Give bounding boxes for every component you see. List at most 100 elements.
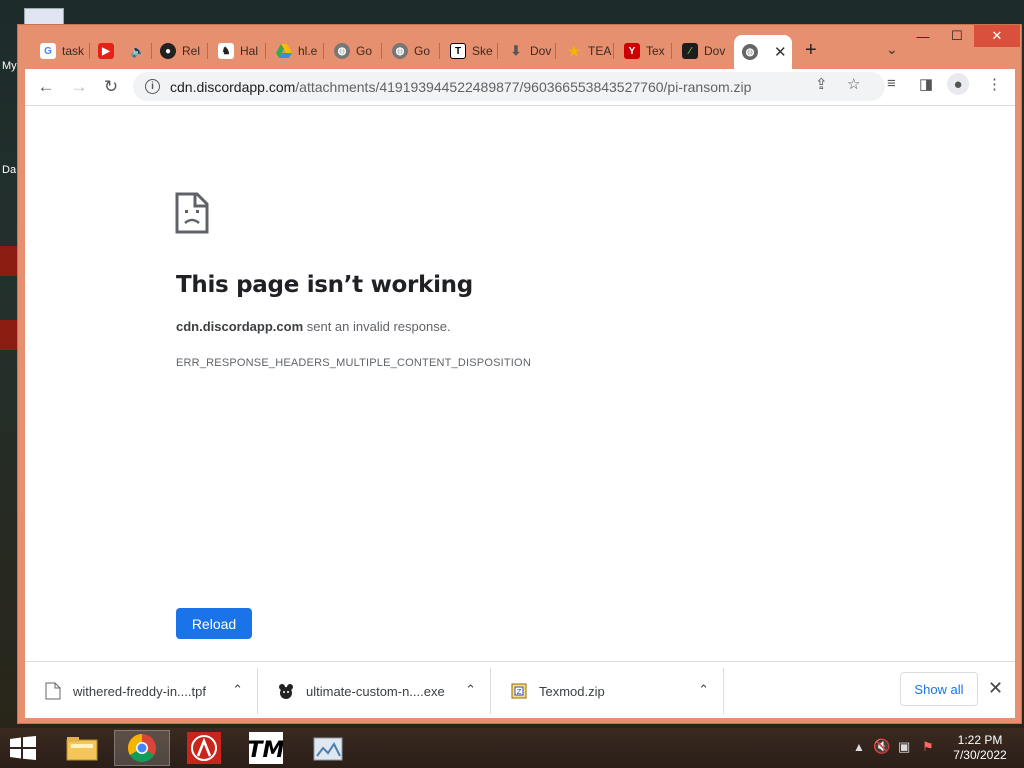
browser-window: G task ▶ 🔈 ● Rel ♞ Hal hl.e ◍ Go ◍ Go T … (17, 24, 1022, 724)
tab-strip: G task ▶ 🔈 ● Rel ♞ Hal hl.e ◍ Go ◍ Go T … (18, 25, 1021, 69)
speaker-icon: 🔈 (130, 44, 146, 58)
tab-game[interactable]: ♞ Hal (210, 37, 266, 65)
error-description-suffix: sent an invalid response. (303, 319, 451, 334)
file-icon (45, 682, 61, 700)
bookmark-star-icon[interactable]: ☆ (847, 75, 860, 93)
download-item[interactable]: withered-freddy-in....tpf ⌃ (25, 668, 258, 714)
taskbar-explorer[interactable] (54, 730, 110, 766)
wrench-icon: Y (624, 43, 640, 59)
tab-wrench[interactable]: Y Tex (616, 37, 672, 65)
folder-icon (66, 737, 98, 761)
close-tab-icon[interactable]: ✕ (774, 43, 787, 61)
clock-date: 7/30/2022 (953, 748, 1007, 762)
t-icon: T (450, 43, 466, 59)
downloads-shelf: withered-freddy-in....tpf ⌃ ultimate-cus… (25, 661, 1015, 718)
forward-button[interactable]: → (68, 76, 90, 98)
svg-text:TM: TM (249, 738, 283, 763)
tab-audio[interactable]: 🔈 (122, 37, 152, 65)
reload-button[interactable]: Reload (176, 608, 252, 639)
clock[interactable]: 1:22 PM 7/30/2022 (944, 733, 1016, 763)
svg-text:Z: Z (517, 688, 522, 696)
tab-youtube[interactable]: ▶ (90, 37, 120, 65)
download-name: ultimate-custom-n....exe (306, 683, 445, 699)
download-icon: ⬇ (510, 43, 522, 58)
tab-github[interactable]: ● Rel (152, 37, 208, 65)
show-all-button[interactable]: Show all (900, 672, 978, 706)
desktop-label: My (2, 60, 17, 72)
tab-label: TEA (588, 44, 612, 58)
tab-task[interactable]: G task (32, 37, 90, 65)
tab-label: Tex (646, 44, 665, 58)
download-item[interactable]: ultimate-custom-n....exe ⌃ (258, 668, 491, 714)
tab-globe-1[interactable]: ◍ Go (326, 37, 382, 65)
error-host: cdn.discordapp.com (176, 319, 304, 334)
tab-label: Hal (240, 44, 259, 58)
chevron-up-icon[interactable]: ⌃ (465, 682, 476, 698)
chrome-icon (128, 734, 156, 762)
action-center-icon[interactable]: ⚑ (922, 739, 934, 755)
error-page: This page isn’t working cdn.discordapp.c… (25, 105, 1015, 661)
chevron-up-icon[interactable]: ⌃ (232, 682, 243, 698)
tab-label: Dov (530, 44, 552, 58)
show-hidden-icons[interactable]: ▲ (853, 740, 865, 754)
globe-icon: ◍ (392, 43, 408, 59)
desktop-icon-fragment (0, 246, 18, 276)
tab-globe-2[interactable]: ◍ Go (384, 37, 440, 65)
start-button[interactable] (8, 736, 38, 760)
globe-icon: ◍ (334, 43, 350, 59)
game-icon: ♞ (218, 43, 234, 59)
network-icon[interactable]: ▣ (898, 739, 910, 755)
taskbar-chrome[interactable] (114, 730, 170, 766)
profile-icon[interactable]: ● (947, 73, 969, 95)
download-item[interactable]: Z Texmod.zip ⌃ (491, 668, 724, 714)
tab-active[interactable]: ◍ ✕ (734, 35, 792, 69)
download-name: Texmod.zip (539, 683, 605, 699)
chevron-up-icon[interactable]: ⌃ (698, 682, 709, 698)
drive-icon (276, 43, 292, 59)
media-control-icon[interactable]: ≡ (887, 75, 896, 92)
tab-drive[interactable]: hl.e (268, 37, 324, 65)
sad-page-icon (175, 192, 209, 234)
slash-icon: ⁄ (682, 43, 698, 59)
minimize-button[interactable]: — (906, 25, 940, 47)
url-path: /attachments/419193944522489877/96036655… (295, 78, 752, 95)
image-viewer-icon (313, 737, 343, 761)
tab-slash[interactable]: ⁄ Dov (674, 37, 730, 65)
taskbar: TM ▲ 🔇 ▣ ⚑ 1:22 PM 7/30/2022 (0, 728, 1024, 768)
youtube-icon: ▶ (98, 43, 114, 59)
tm-icon: TM (249, 732, 283, 764)
bear-icon (279, 684, 293, 699)
tab-t[interactable]: T Ske (442, 37, 498, 65)
desktop-label: Da (2, 164, 17, 176)
desktop-icon-fragment (0, 320, 18, 350)
error-description: cdn.discordapp.com sent an invalid respo… (176, 319, 451, 334)
volume-muted-icon[interactable]: 🔇 (873, 738, 890, 755)
taskbar-image-viewer[interactable] (300, 730, 356, 766)
close-shelf-icon[interactable]: ✕ (988, 678, 1003, 699)
tab-label: Ske (472, 44, 493, 58)
star-icon: ★ (567, 42, 581, 59)
tab-search-button[interactable]: ⌄ (886, 41, 898, 58)
tab-label: Go (414, 44, 431, 58)
tab-star[interactable]: ★ TEA (558, 37, 614, 65)
tab-label: task (62, 44, 85, 58)
reload-toolbar-button[interactable]: ↻ (100, 76, 122, 98)
taskbar-half-life[interactable] (176, 730, 232, 766)
tab-label: Rel (182, 44, 201, 58)
maximize-button[interactable]: ☐ (940, 25, 974, 47)
clock-time: 1:22 PM (957, 733, 1003, 747)
side-panel-icon[interactable]: ◨ (919, 75, 933, 93)
close-window-button[interactable]: ✕ (974, 25, 1020, 47)
taskbar-texmod[interactable]: TM (238, 730, 294, 766)
toolbar: ← → ↻ i cdn.discordapp.com/attachments/4… (25, 69, 1015, 105)
globe-icon: ◍ (742, 44, 758, 60)
share-icon[interactable]: ⇪ (815, 75, 828, 93)
menu-icon[interactable]: ⋮ (987, 75, 1002, 93)
tab-download[interactable]: ⬇ Dov (500, 37, 556, 65)
back-button[interactable]: ← (35, 76, 57, 98)
new-tab-button[interactable]: + (805, 39, 817, 62)
site-info-icon[interactable]: i (145, 79, 160, 94)
google-icon: G (40, 43, 56, 59)
address-bar[interactable]: i cdn.discordapp.com/attachments/4191939… (133, 72, 885, 101)
error-title: This page isn’t working (176, 272, 473, 298)
